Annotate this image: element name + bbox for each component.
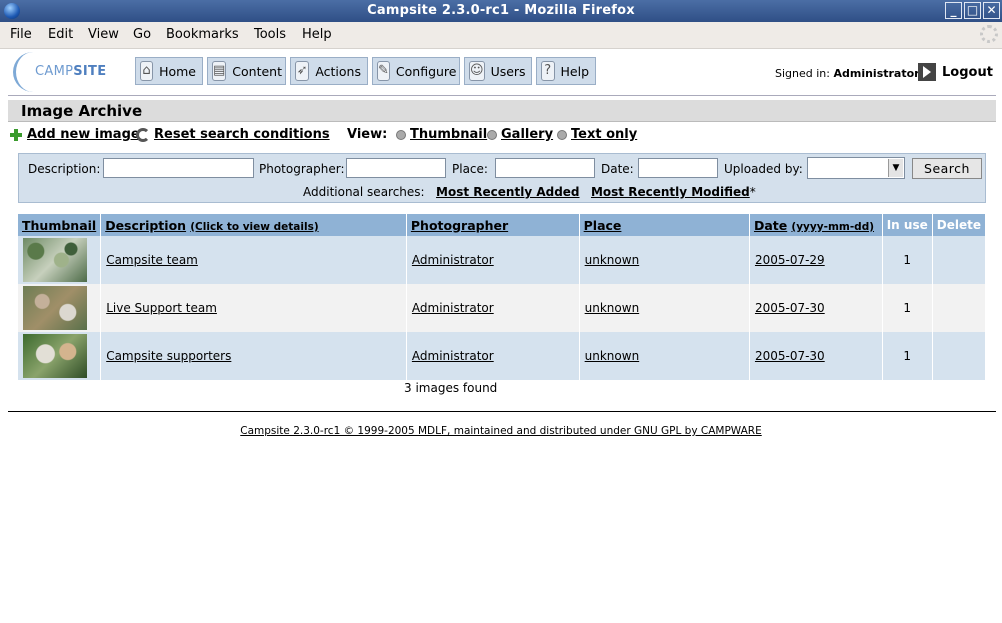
col-photographer[interactable]: Photographer xyxy=(406,214,580,236)
col-in-use: In use xyxy=(882,214,933,236)
results-count: 3 images found xyxy=(404,381,498,395)
minimize-icon[interactable]: _ xyxy=(945,2,962,19)
menu-go[interactable]: Go xyxy=(133,27,151,42)
most-recently-added-link[interactable]: Most Recently Added xyxy=(436,185,579,199)
footer-divider xyxy=(8,411,996,412)
actions-bar: Add new image Reset search conditions Vi… xyxy=(10,127,990,145)
menu-view[interactable]: View xyxy=(88,27,119,42)
close-icon[interactable]: ✕ xyxy=(983,2,1000,19)
uploaded-by-label: Uploaded by: xyxy=(724,162,803,176)
image-date-link[interactable]: 2005-07-29 xyxy=(755,253,825,267)
image-description-link[interactable]: Campsite team xyxy=(106,253,198,267)
search-button[interactable]: Search xyxy=(912,158,982,179)
image-date-link[interactable]: 2005-07-30 xyxy=(755,349,825,363)
photographer-label: Photographer: xyxy=(259,162,345,176)
menu-file[interactable]: File xyxy=(10,27,32,42)
radio-icon xyxy=(487,129,497,140)
image-place-link[interactable]: unknown xyxy=(585,349,640,363)
image-place-link[interactable]: unknown xyxy=(585,253,640,267)
plus-icon xyxy=(10,129,22,141)
in-use-count: 1 xyxy=(882,236,933,284)
menu-bookmarks[interactable]: Bookmarks xyxy=(166,27,239,42)
nav-actions-button[interactable]: ➶ Actions xyxy=(290,57,368,85)
help-icon: ? xyxy=(541,61,555,81)
nav-content-button[interactable]: ▤ Content xyxy=(207,57,286,85)
signed-in-user: Administrator xyxy=(833,67,920,80)
view-thumbnail-option[interactable]: Thumbnail xyxy=(396,127,487,142)
uploaded-by-select[interactable]: ▼ xyxy=(807,157,905,179)
in-use-count: 1 xyxy=(882,332,933,380)
place-input[interactable] xyxy=(495,158,595,178)
delete-cell xyxy=(932,332,987,380)
house-icon: ⌂ xyxy=(140,61,154,81)
radio-icon xyxy=(396,129,406,140)
maximize-icon[interactable]: □ xyxy=(964,2,981,19)
logout-button[interactable]: Logout xyxy=(918,63,993,81)
additional-searches: Additional searches: Most Recently Added… xyxy=(303,185,756,199)
throbber-icon xyxy=(980,25,998,43)
nav-help-button[interactable]: ? Help xyxy=(536,57,596,85)
book-icon: ▤ xyxy=(212,61,227,81)
image-photographer-link[interactable]: Administrator xyxy=(412,253,494,267)
view-text-only-option[interactable]: Text only xyxy=(557,127,637,142)
search-panel: Description: Photographer: Place: Date: … xyxy=(18,153,986,203)
menubar: File Edit View Go Bookmarks Tools Help xyxy=(0,22,1002,49)
col-delete: Delete xyxy=(932,214,987,236)
photographer-input[interactable] xyxy=(346,158,446,178)
page-title-bar: Image Archive xyxy=(8,100,996,122)
image-table: Thumbnail Description (Click to view det… xyxy=(18,214,987,380)
rocket-icon: ➶ xyxy=(295,61,310,81)
image-description-link[interactable]: Campsite supporters xyxy=(106,349,231,363)
view-label: View: xyxy=(347,127,388,142)
page-title: Image Archive xyxy=(21,102,143,120)
delete-cell xyxy=(932,284,987,332)
col-thumbnail[interactable]: Thumbnail xyxy=(18,214,102,236)
footer-link[interactable]: Campsite 2.3.0-rc1 © 1999-2005 MDLF, mai… xyxy=(240,425,761,437)
window-titlebar: Campsite 2.3.0-rc1 - Mozilla Firefox _ □… xyxy=(0,0,1002,22)
header-divider xyxy=(8,95,996,96)
menu-edit[interactable]: Edit xyxy=(48,27,73,42)
radio-icon xyxy=(557,129,567,140)
reset-search-link[interactable]: Reset search conditions xyxy=(154,127,330,142)
most-recently-modified-link[interactable]: Most Recently Modified xyxy=(591,185,750,199)
col-place[interactable]: Place xyxy=(579,214,750,236)
image-photographer-link[interactable]: Administrator xyxy=(412,349,494,363)
reset-icon xyxy=(136,128,150,142)
add-new-image-link[interactable]: Add new image xyxy=(27,127,140,142)
nav-users-button[interactable]: ☺ Users xyxy=(464,57,532,85)
footer: Campsite 2.3.0-rc1 © 1999-2005 MDLF, mai… xyxy=(0,425,1002,437)
view-gallery-option[interactable]: Gallery xyxy=(487,127,553,142)
delete-cell xyxy=(932,236,987,284)
table-row: Campsite supporters Administrator unknow… xyxy=(18,332,987,380)
campsite-logo[interactable]: CAMPSITE xyxy=(13,52,113,92)
description-input[interactable] xyxy=(103,158,254,178)
image-thumbnail[interactable] xyxy=(23,238,87,282)
table-row: Live Support team Administrator unknown … xyxy=(18,284,987,332)
description-label: Description: xyxy=(28,162,101,176)
date-label: Date: xyxy=(601,162,634,176)
date-input[interactable] xyxy=(638,158,718,178)
wrench-icon: ✎ xyxy=(377,61,390,81)
image-date-link[interactable]: 2005-07-30 xyxy=(755,301,825,315)
col-date[interactable]: Date (yyyy-mm-dd) xyxy=(749,214,883,236)
in-use-count: 1 xyxy=(882,284,933,332)
nav-home-button[interactable]: ⌂ Home xyxy=(135,57,203,85)
users-icon: ☺ xyxy=(469,61,485,81)
image-description-link[interactable]: Live Support team xyxy=(106,301,217,315)
nav-configure-button[interactable]: ✎ Configure xyxy=(372,57,460,85)
image-thumbnail[interactable] xyxy=(23,286,87,330)
image-place-link[interactable]: unknown xyxy=(585,301,640,315)
logout-icon xyxy=(918,63,936,81)
col-description[interactable]: Description (Click to view details) xyxy=(100,214,407,236)
menu-tools[interactable]: Tools xyxy=(254,27,286,42)
image-thumbnail[interactable] xyxy=(23,334,87,378)
table-row: Campsite team Administrator unknown 2005… xyxy=(18,236,987,284)
place-label: Place: xyxy=(452,162,488,176)
window-title: Campsite 2.3.0-rc1 - Mozilla Firefox xyxy=(367,3,635,18)
image-photographer-link[interactable]: Administrator xyxy=(412,301,494,315)
chevron-down-icon: ▼ xyxy=(888,159,903,177)
menu-help[interactable]: Help xyxy=(302,27,332,42)
signed-in-status: Signed in: Administrator xyxy=(775,67,920,80)
